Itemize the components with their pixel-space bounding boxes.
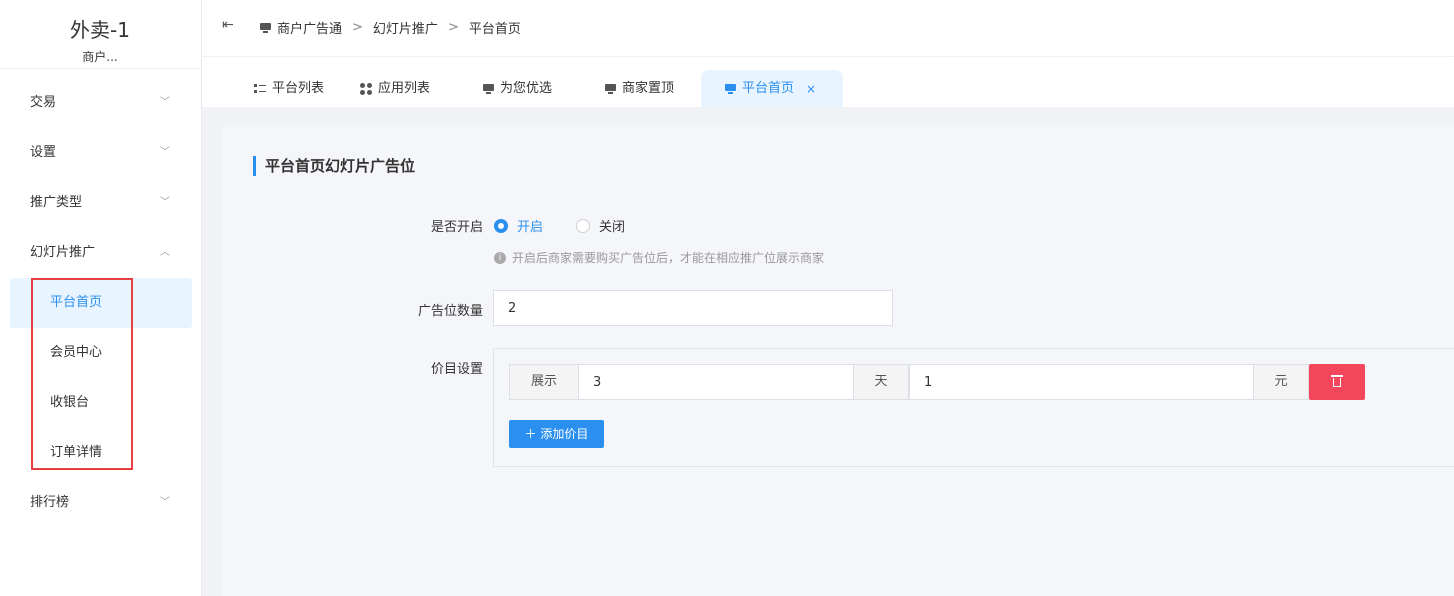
sidebar-item-label: 平台首页	[50, 295, 103, 310]
breadcrumb-label: 商户广告通	[277, 22, 343, 37]
monitor-icon	[605, 83, 616, 95]
sidebar-item-platform-home[interactable]: 平台首页	[10, 278, 192, 328]
count-label: 广告位数量	[417, 304, 483, 319]
tab-label: 应用列表	[378, 80, 431, 96]
breadcrumb-separator: >	[352, 20, 363, 35]
list-icon	[254, 83, 266, 94]
monitor-icon	[483, 83, 494, 95]
sidebar-group-settings[interactable]: 设置 ﹀	[0, 133, 200, 173]
tab-platform-list[interactable]: 平台列表	[254, 70, 324, 107]
tab-label: 平台首页	[742, 80, 795, 96]
trash-icon	[1331, 375, 1343, 387]
sidebar-item-label: 会员中心	[50, 345, 103, 360]
tab-app-list[interactable]: 应用列表	[360, 70, 430, 107]
sidebar-group-label: 推广类型	[30, 195, 83, 210]
price-label: 价目设置	[430, 362, 483, 377]
page-title: 平台首页幻灯片广告位	[253, 156, 415, 176]
amount-input[interactable]	[909, 364, 1254, 400]
breadcrumb-item[interactable]: 商户广告通	[260, 18, 342, 37]
breadcrumb: 商户广告通 > 幻灯片推广 > 平台首页	[260, 18, 521, 37]
breadcrumb-item[interactable]: 幻灯片推广	[373, 18, 438, 37]
radio-dot	[576, 218, 590, 233]
breadcrumb-item: 平台首页	[468, 22, 521, 37]
sidebar-group-label: 排行榜	[30, 495, 70, 510]
sidebar-group-ranking[interactable]: 排行榜 ﹀	[0, 483, 200, 523]
chevron-up-icon: ︿	[160, 247, 170, 258]
radio-label: 开启	[517, 220, 544, 235]
radio-label: 关闭	[599, 220, 626, 235]
sidebar-item-label: 收银台	[50, 395, 90, 410]
radio-enable-on[interactable]: 开启	[494, 216, 543, 235]
sidebar-group-slideshow[interactable]: 幻灯片推广 ︿	[0, 233, 200, 273]
divider	[0, 68, 200, 69]
tab-merchant-top[interactable]: 商家置顶	[605, 70, 674, 107]
sidebar-item-cashier[interactable]: 收银台	[10, 378, 192, 428]
sidebar-group-label: 交易	[30, 95, 57, 110]
enable-label: 是否开启	[430, 220, 483, 235]
monitor-icon	[260, 22, 271, 34]
sidebar-item-label: 订单详情	[50, 445, 103, 460]
chevron-down-icon: ﹀	[160, 497, 170, 508]
delete-price-button[interactable]	[1309, 364, 1365, 400]
days-input[interactable]	[578, 364, 854, 400]
radio-enable-off[interactable]: 关闭	[576, 216, 625, 235]
info-icon: i	[494, 251, 506, 264]
tab-bar: 平台列表 应用列表 为您优选 商家置顶 平台首页 ×	[202, 58, 1454, 107]
sidebar-item-member-center[interactable]: 会员中心	[10, 328, 192, 378]
sidebar-group-promo-type[interactable]: 推广类型 ﹀	[0, 183, 200, 223]
tab-label: 为您优选	[500, 80, 553, 96]
close-icon[interactable]: ×	[806, 71, 816, 107]
add-price-button[interactable]: ＋ 添加价目	[509, 420, 604, 448]
tab-label: 平台列表	[272, 80, 325, 96]
hint-text: 开启后商家需要购买广告位后，才能在相应推广位展示商家	[512, 251, 825, 265]
header: ⇤ 商户广告通 > 幻灯片推广 > 平台首页	[202, 0, 1454, 57]
sidebar-group-label: 设置	[30, 145, 57, 160]
sidebar-group-label: 幻灯片推广	[30, 245, 96, 260]
radio-dot	[494, 218, 508, 233]
brand-title: 外卖-1	[70, 18, 130, 42]
amount-unit: 元	[1253, 364, 1309, 400]
tab-platform-home[interactable]: 平台首页 ×	[701, 70, 843, 107]
days-unit: 天	[853, 364, 909, 400]
display-prefix: 展示	[509, 364, 579, 400]
breadcrumb-separator: >	[447, 20, 459, 35]
chevron-down-icon: ﹀	[160, 197, 170, 208]
sidebar-item-order-detail[interactable]: 订单详情	[10, 428, 192, 478]
ad-count-input[interactable]	[493, 290, 893, 326]
chevron-down-icon: ﹀	[160, 147, 170, 158]
brand-subtitle[interactable]: 商户...	[0, 48, 200, 65]
grid-icon	[360, 82, 372, 95]
enable-hint: i 开启后商家需要购买广告位后，才能在相应推广位展示商家	[494, 249, 824, 266]
tab-recommended[interactable]: 为您优选	[483, 70, 552, 107]
sidebar: 外卖-1 商户... 交易 ﹀ 设置 ﹀ 推广类型 ﹀ 幻灯片推广 ︿ 平台首页…	[0, 0, 202, 596]
sidebar-group-trade[interactable]: 交易 ﹀	[0, 83, 200, 123]
collapse-menu-icon[interactable]: ⇤	[222, 17, 234, 33]
chevron-down-icon: ﹀	[160, 97, 170, 108]
monitor-icon	[725, 83, 736, 95]
tab-label: 商家置顶	[622, 80, 675, 96]
